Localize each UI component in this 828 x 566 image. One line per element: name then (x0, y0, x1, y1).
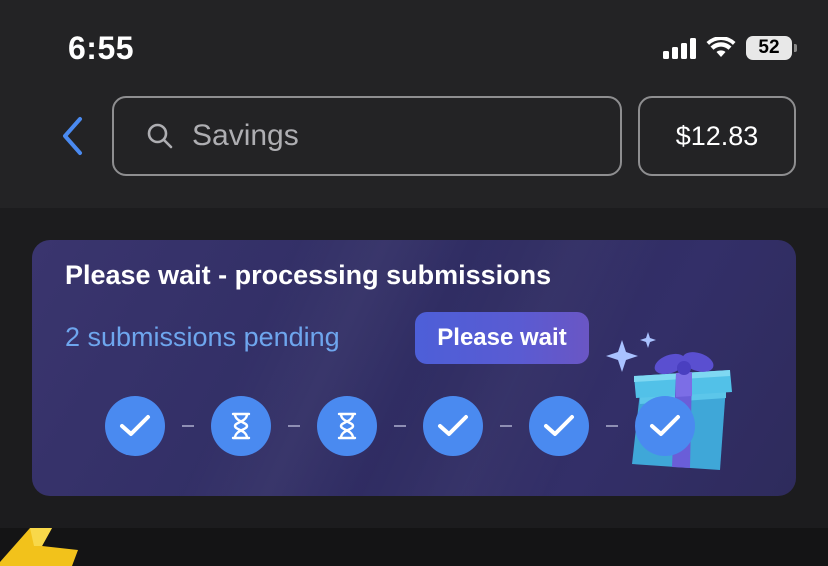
step-complete (529, 396, 589, 456)
checkmark-icon (120, 415, 150, 436)
step-complete (105, 396, 165, 456)
processing-card: Please wait - processing submissions 2 s… (32, 240, 796, 496)
pending-submissions-text: 2 submissions pending (65, 322, 340, 352)
step-pending (211, 396, 271, 456)
search-icon (147, 123, 173, 149)
checkmark-icon (650, 415, 680, 436)
hourglass-icon (337, 412, 357, 440)
bottom-strip (0, 528, 828, 566)
search-input[interactable] (192, 119, 572, 153)
signal-icon (663, 37, 696, 59)
status-icons: 52 (663, 36, 797, 60)
lightning-icon (0, 528, 78, 566)
balance-button[interactable]: $12.83 (638, 96, 796, 176)
step-final-reward (635, 396, 695, 456)
checkmark-icon (438, 415, 468, 436)
search-bar[interactable] (112, 96, 622, 176)
step-connector (377, 425, 423, 427)
chevron-left-icon (63, 117, 82, 155)
step-connector (483, 425, 529, 427)
step-pending (317, 396, 377, 456)
battery-icon: 52 (746, 36, 797, 60)
step-connector (165, 425, 211, 427)
top-bar: 6:55 52 $12.83 (0, 0, 828, 208)
please-wait-button[interactable]: Please wait (415, 312, 589, 364)
wifi-icon (706, 37, 736, 57)
back-button[interactable] (54, 114, 90, 158)
checkmark-icon (544, 415, 574, 436)
gift-box-icon (606, 332, 732, 470)
battery-level: 52 (758, 37, 780, 58)
step-connector (271, 425, 317, 427)
status-time: 6:55 (68, 30, 135, 66)
step-complete (423, 396, 483, 456)
hourglass-icon (231, 412, 251, 440)
card-title: Please wait - processing submissions (65, 260, 552, 290)
